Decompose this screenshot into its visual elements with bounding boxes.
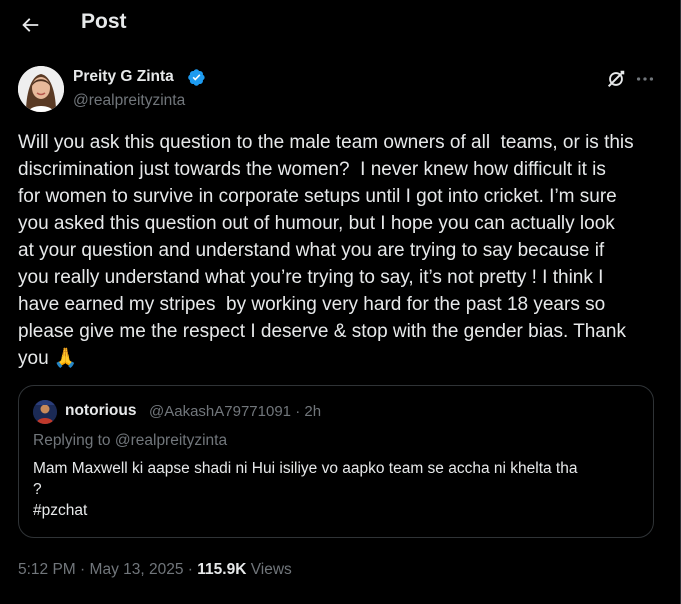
grok-button[interactable] bbox=[605, 68, 627, 90]
page-title: Post bbox=[81, 10, 127, 33]
quoted-author-handle[interactable]: @AakashA79771091 bbox=[149, 403, 291, 420]
arrow-left-icon bbox=[22, 18, 39, 32]
separator: · bbox=[80, 561, 86, 578]
author-name[interactable]: Preity G Zinta bbox=[73, 68, 174, 86]
quoted-author-avatar[interactable] bbox=[33, 400, 57, 424]
back-button[interactable] bbox=[16, 11, 44, 39]
tweet-date[interactable]: May 13, 2025 bbox=[90, 561, 184, 578]
separator: · bbox=[187, 561, 193, 578]
quoted-tweet[interactable]: notorious @AakashA79771091 · 2h Replying… bbox=[18, 385, 654, 538]
grok-icon bbox=[607, 70, 625, 88]
verified-badge-icon bbox=[187, 68, 206, 87]
quoted-author-name[interactable]: notorious bbox=[65, 402, 136, 420]
tweet-meta: 5:12 PM · May 13, 2025 · 115.9K Views bbox=[18, 561, 292, 579]
separator: · bbox=[295, 403, 301, 420]
page-header: Post bbox=[0, 0, 680, 50]
avatar-image bbox=[18, 66, 64, 112]
tweet-text: Will you ask this question to the male t… bbox=[18, 132, 634, 369]
avatar-image bbox=[33, 400, 57, 424]
more-horizontal-icon bbox=[636, 77, 654, 81]
replying-to-link[interactable]: @realpreityzinta bbox=[115, 432, 227, 449]
quoted-time[interactable]: 2h bbox=[304, 403, 321, 420]
views-label: Views bbox=[250, 561, 292, 578]
views-count[interactable]: 115.9K bbox=[197, 561, 246, 578]
quoted-tweet-text: Mam Maxwell ki aapse shadi ni Hui isiliy… bbox=[33, 460, 578, 519]
replying-to: Replying to @realpreityzinta bbox=[33, 432, 227, 450]
more-options-button[interactable] bbox=[634, 68, 656, 90]
author-handle[interactable]: @realpreityzinta bbox=[73, 92, 185, 110]
quoted-author-meta: @AakashA79771091 · 2h bbox=[149, 403, 321, 420]
replying-prefix: Replying to bbox=[33, 432, 115, 449]
tweet-time[interactable]: 5:12 PM bbox=[18, 561, 76, 578]
author-avatar[interactable] bbox=[18, 66, 64, 112]
